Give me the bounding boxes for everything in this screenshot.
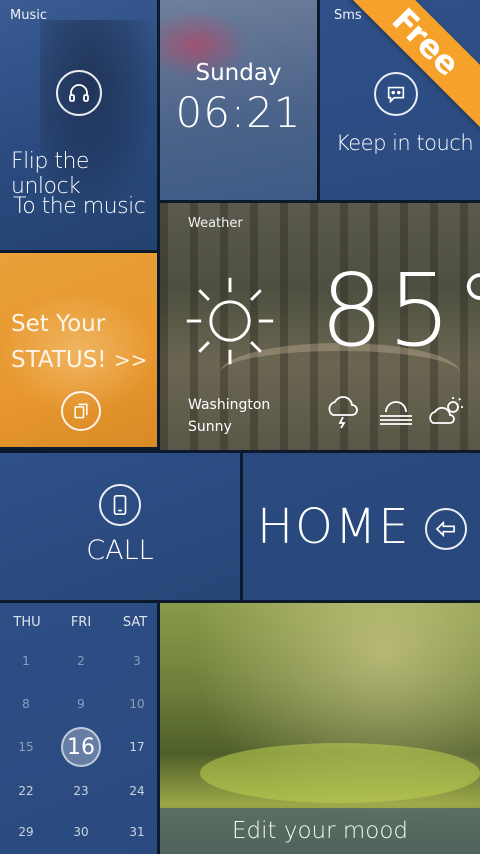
weather-tile[interactable]: Weather 85° Washington Sunny bbox=[160, 203, 480, 450]
fog-icon bbox=[380, 401, 412, 425]
calendar-day[interactable]: 3 bbox=[117, 654, 157, 668]
status-line-2: STATUS! >> bbox=[11, 347, 147, 373]
status-arrows: >> bbox=[113, 348, 148, 372]
calendar-day[interactable]: 15 bbox=[6, 740, 46, 754]
weather-city: Washington bbox=[188, 397, 271, 413]
calendar-header-thu: THU bbox=[13, 615, 41, 630]
music-tile-title: Music bbox=[10, 8, 47, 23]
status-line-1: Set Your bbox=[11, 311, 106, 337]
clock-tile[interactable]: Sunday 06:21 bbox=[160, 0, 317, 200]
back-arrow-icon[interactable] bbox=[425, 508, 467, 550]
free-badge-text: Free bbox=[384, 0, 468, 84]
music-line-1: Flip the unlock bbox=[11, 149, 89, 199]
calendar-day[interactable]: 8 bbox=[6, 697, 46, 711]
home-tile[interactable]: HOME bbox=[243, 453, 480, 600]
music-tile[interactable]: Music Flip the unlock To the music bbox=[0, 0, 157, 250]
calendar-tile[interactable]: THU FRI SAT 1 2 3 8 9 10 15 16 17 22 23 … bbox=[0, 603, 157, 854]
calendar-header-sat: SAT bbox=[122, 615, 148, 630]
clock-time: 06:21 bbox=[175, 88, 302, 137]
edit-mood-label: Edit your mood bbox=[231, 818, 409, 844]
mood-tile[interactable]: Edit your mood bbox=[160, 603, 480, 854]
weather-condition: Sunny bbox=[188, 419, 232, 435]
headphones-icon bbox=[56, 70, 102, 116]
calendar-day[interactable]: 2 bbox=[61, 654, 101, 668]
chat-bubble-icon bbox=[374, 72, 418, 116]
clock-day: Sunday bbox=[195, 60, 282, 86]
calendar-day[interactable]: 10 bbox=[117, 697, 157, 711]
calendar-header-fri: FRI bbox=[70, 615, 92, 630]
edit-mood-bar[interactable]: Edit your mood bbox=[160, 808, 480, 854]
calendar-day[interactable]: 24 bbox=[117, 784, 157, 798]
call-tile[interactable]: CALL bbox=[0, 453, 240, 600]
phone-icon bbox=[99, 484, 141, 526]
calendar-day[interactable]: 29 bbox=[6, 825, 46, 839]
music-line-2: To the music bbox=[13, 194, 146, 219]
calendar-day[interactable]: 17 bbox=[117, 740, 157, 754]
calendar-day[interactable]: 31 bbox=[117, 825, 157, 839]
status-line-2-text: STATUS! bbox=[11, 347, 107, 373]
mood-background-moss bbox=[200, 743, 480, 803]
thunderstorm-icon bbox=[328, 396, 358, 429]
calendar-today[interactable]: 16 bbox=[61, 727, 101, 767]
weather-tile-title: Weather bbox=[188, 216, 243, 231]
calendar-today-number: 16 bbox=[67, 734, 95, 760]
sms-text: Keep in touch bbox=[336, 131, 474, 155]
sms-tile[interactable]: Sms Keep in touch Free bbox=[320, 0, 480, 200]
clipboard-icon bbox=[61, 391, 101, 431]
call-label: CALL bbox=[86, 535, 154, 566]
calendar-day[interactable]: 22 bbox=[6, 784, 46, 798]
status-tile[interactable]: Set Your STATUS! >> bbox=[0, 253, 157, 447]
weather-temperature: 85° bbox=[320, 252, 480, 369]
home-label: HOME bbox=[257, 499, 411, 555]
calendar-day[interactable]: 9 bbox=[61, 697, 101, 711]
partly-cloudy-icon bbox=[429, 397, 463, 424]
sun-icon bbox=[186, 277, 274, 365]
calendar-day[interactable]: 30 bbox=[61, 825, 101, 839]
calendar-day[interactable]: 1 bbox=[6, 654, 46, 668]
sms-tile-title: Sms bbox=[334, 8, 362, 23]
calendar-day[interactable]: 23 bbox=[61, 784, 101, 798]
